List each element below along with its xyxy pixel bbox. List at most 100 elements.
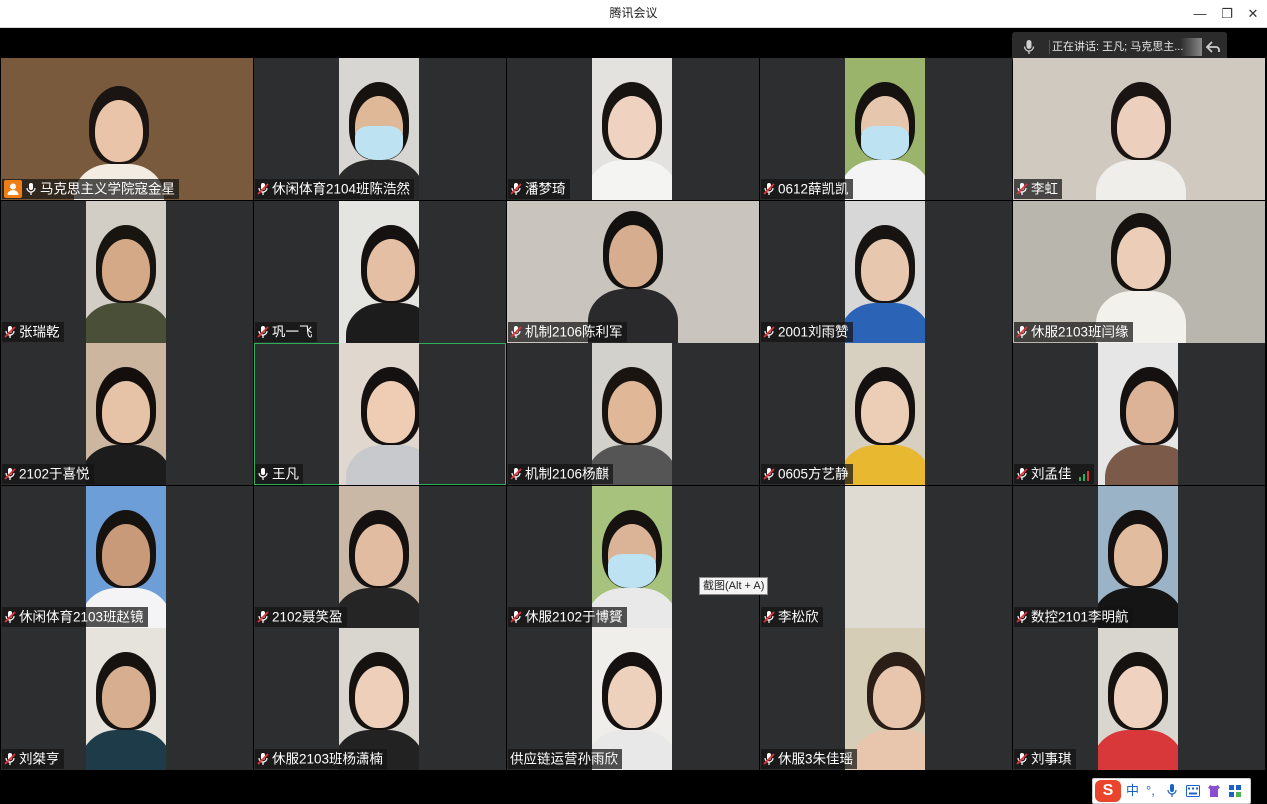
participant-name: 马克思主义学院寇金星	[40, 181, 175, 197]
participant-name: 李虹	[1031, 181, 1058, 197]
participant-tile[interactable]: 巩一飞	[254, 201, 506, 343]
signal-icon	[1078, 468, 1090, 482]
participant-tile[interactable]: 休服2102于博贇	[507, 486, 759, 628]
participant-tile[interactable]: 王凡	[254, 343, 506, 485]
participant-name: 休闲体育2103班赵镜	[19, 609, 144, 625]
participant-tile[interactable]: 刘孟佳	[1013, 343, 1265, 485]
participant-tile[interactable]: 张瑞乾	[1, 201, 253, 343]
person-body	[339, 588, 419, 628]
participant-label: 张瑞乾	[2, 322, 64, 342]
fade-overlay	[1180, 38, 1202, 56]
participant-label: 李虹	[1014, 179, 1062, 199]
participant-tile[interactable]: 2001刘雨赞	[760, 201, 1012, 343]
person-body	[1105, 445, 1178, 485]
ime-punct[interactable]: °,	[1146, 779, 1155, 803]
ime-toolbar[interactable]: S 中 °,	[1092, 778, 1251, 804]
participant-name: 机制2106杨麒	[525, 466, 610, 482]
participant-tile[interactable]: 李松欣	[760, 486, 1012, 628]
participant-tile[interactable]: 供应链运营孙雨欣	[507, 628, 759, 770]
participant-video	[86, 201, 166, 343]
participant-tile[interactable]: 休服2103班闫缘	[1013, 201, 1265, 343]
participant-label: 数控2101李明航	[1014, 607, 1133, 627]
grid-icon[interactable]	[1228, 784, 1242, 798]
participant-name: 休服2102于博贇	[525, 609, 623, 625]
participant-video	[592, 58, 672, 200]
person-body	[592, 160, 672, 200]
person-body	[86, 303, 166, 343]
participant-tile[interactable]: 休服2103班杨潇楠	[254, 628, 506, 770]
participant-tile[interactable]: 0612薛凯凯	[760, 58, 1012, 200]
participant-label: 刘孟佳	[1014, 464, 1094, 484]
person-body	[86, 730, 166, 770]
title-bar: 腾讯会议 — ❐ ✕	[0, 0, 1267, 28]
person-face	[1117, 227, 1165, 289]
skin-icon[interactable]	[1207, 784, 1221, 798]
participant-label: 0605方艺静	[761, 464, 853, 484]
participant-name: 供应链运营孙雨欣	[510, 751, 618, 767]
participant-tile[interactable]: 李虹	[1013, 58, 1265, 200]
participant-tile[interactable]: 休服3朱佳瑶	[760, 628, 1012, 770]
divider	[1049, 40, 1050, 54]
person-face	[873, 666, 921, 728]
participant-video	[845, 201, 925, 343]
face-mask	[608, 554, 656, 588]
participant-name: 休服2103班闫缘	[1031, 324, 1129, 340]
minimize-button[interactable]: —	[1186, 0, 1214, 27]
person-face	[608, 96, 656, 158]
person-face	[1117, 96, 1165, 158]
participant-tile[interactable]: 潘梦琦	[507, 58, 759, 200]
participant-video	[845, 486, 925, 628]
participant-label: 休闲体育2104班陈浩然	[255, 179, 415, 199]
ime-mode[interactable]: 中	[1126, 779, 1139, 803]
participant-name: 李松欣	[778, 609, 819, 625]
participant-name: 王凡	[272, 466, 299, 482]
mic-muted-icon	[1016, 610, 1028, 624]
keyboard-icon[interactable]	[1186, 785, 1200, 797]
mic-icon	[1023, 40, 1035, 54]
participant-label: 刘事琪	[1014, 749, 1076, 769]
person-body	[1096, 160, 1186, 200]
mic-muted-icon	[1016, 467, 1028, 481]
participant-label: 2001刘雨赞	[761, 322, 853, 342]
participant-label: 休服2103班杨潇楠	[255, 749, 388, 769]
close-button[interactable]: ✕	[1239, 0, 1267, 27]
person-face	[102, 524, 150, 586]
participant-tile[interactable]: 休闲体育2104班陈浩然	[254, 58, 506, 200]
participant-tile[interactable]: 刘事琪	[1013, 628, 1265, 770]
mic-muted-icon	[510, 182, 522, 196]
person-body	[86, 445, 166, 485]
person-body	[845, 303, 925, 343]
person-face	[367, 381, 415, 443]
participant-name: 休服3朱佳瑶	[778, 751, 854, 767]
sogou-logo[interactable]: S	[1095, 780, 1121, 802]
participant-tile[interactable]: 机制2106陈利军	[507, 201, 759, 343]
participant-label: 潘梦琦	[508, 179, 570, 199]
participant-name: 0612薛凯凯	[778, 181, 849, 197]
person-face	[355, 666, 403, 728]
mic-icon[interactable]	[1167, 784, 1177, 798]
participant-video	[86, 343, 166, 485]
participant-tile[interactable]: 刘桀亨	[1, 628, 253, 770]
participant-tile[interactable]: 休闲体育2103班赵镜	[1, 486, 253, 628]
participant-tile[interactable]: 0605方艺静	[760, 343, 1012, 485]
participant-video	[339, 201, 419, 343]
person-face	[1114, 666, 1162, 728]
participant-name: 休闲体育2104班陈浩然	[272, 181, 411, 197]
participant-name: 数控2101李明航	[1031, 609, 1129, 625]
participant-label: 休闲体育2103班赵镜	[2, 607, 148, 627]
participant-label: 休服3朱佳瑶	[761, 749, 858, 769]
mic-icon	[25, 182, 37, 196]
maximize-button[interactable]: ❐	[1213, 0, 1241, 27]
participant-tile[interactable]: 马克思主义学院寇金星	[1, 58, 253, 200]
mic-muted-icon	[763, 182, 775, 196]
participant-tile[interactable]: 数控2101李明航	[1013, 486, 1265, 628]
collapse-icon[interactable]	[1204, 38, 1222, 56]
participant-video	[339, 486, 419, 628]
participant-tile[interactable]: 机制2106杨麒	[507, 343, 759, 485]
participant-name: 刘孟佳	[1031, 466, 1072, 482]
person-body	[346, 303, 419, 343]
person-body	[346, 445, 419, 485]
person-face	[95, 100, 143, 162]
participant-tile[interactable]: 2102聂笑盈	[254, 486, 506, 628]
participant-tile[interactable]: 2102于喜悦	[1, 343, 253, 485]
